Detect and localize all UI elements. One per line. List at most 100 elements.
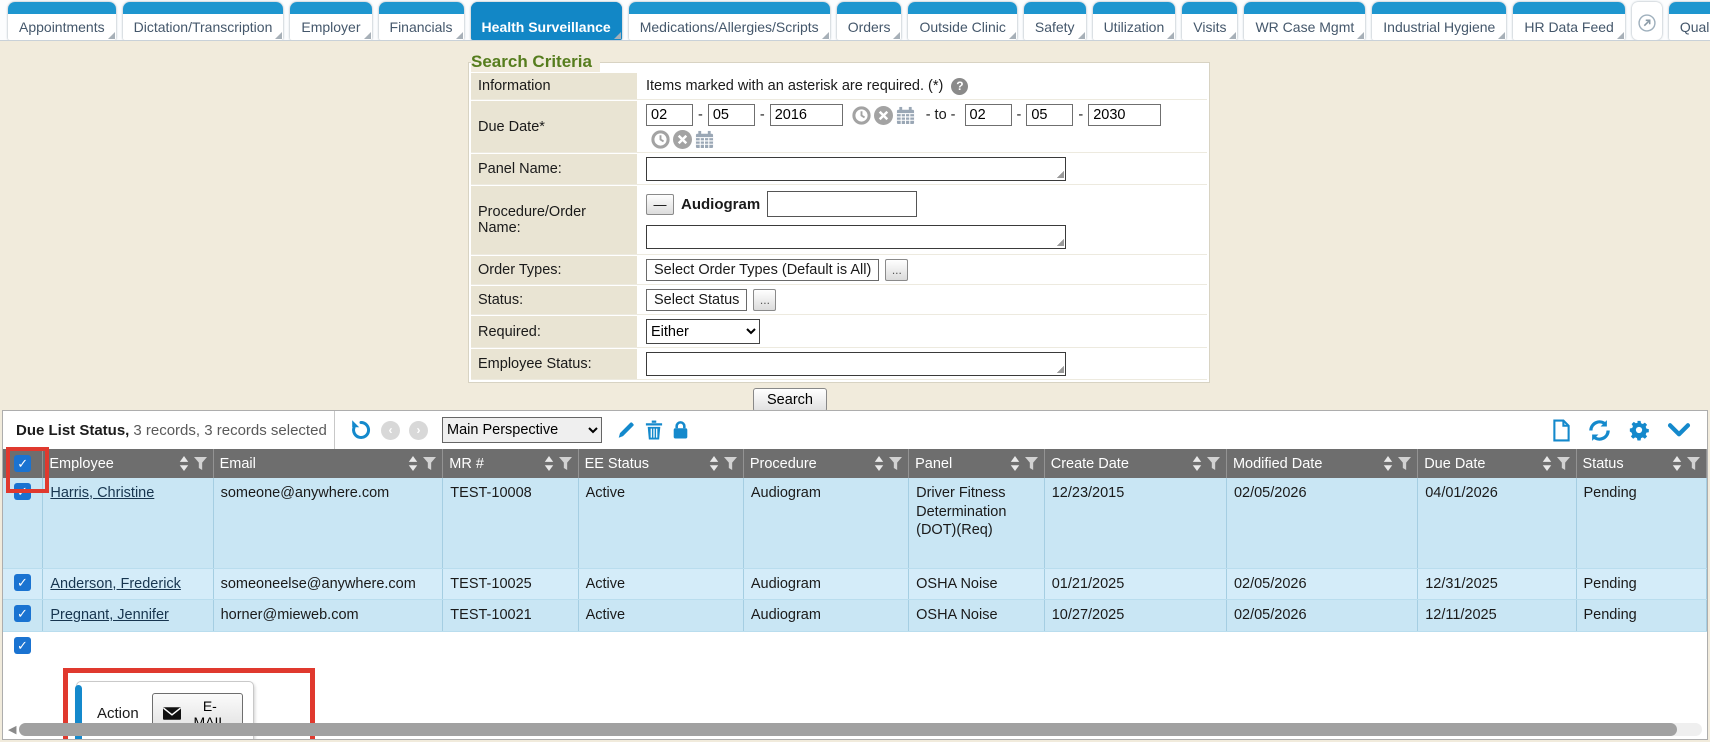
order-types-value[interactable]: Select Order Types (Default is All) xyxy=(646,259,879,281)
column-header-employee[interactable]: Employee xyxy=(43,449,213,478)
filter-funnel-icon[interactable] xyxy=(1687,457,1700,470)
scroll-left-icon[interactable]: ◀ xyxy=(8,723,16,736)
due-to-year-input[interactable] xyxy=(1088,104,1161,126)
footer-select-checkbox[interactable]: ✓ xyxy=(14,637,31,654)
filter-funnel-icon[interactable] xyxy=(1025,457,1038,470)
panel-name-input[interactable] xyxy=(646,157,1066,181)
lock-icon[interactable] xyxy=(672,420,689,440)
gear-icon[interactable] xyxy=(1628,419,1650,441)
popout-button[interactable] xyxy=(1632,2,1662,40)
filter-funnel-icon[interactable] xyxy=(1398,457,1411,470)
search-button[interactable]: Search xyxy=(753,388,827,412)
tab-orders[interactable]: Orders xyxy=(837,2,902,40)
clock-icon[interactable] xyxy=(852,106,871,125)
procedure-chip-input[interactable] xyxy=(767,191,917,217)
column-header-mr[interactable]: MR # xyxy=(443,449,578,478)
filter-funnel-icon[interactable] xyxy=(194,457,207,470)
filter-funnel-icon[interactable] xyxy=(724,457,737,470)
search-panel: Search Criteria Information Items marked… xyxy=(468,52,1210,412)
required-select[interactable]: Either xyxy=(646,319,760,344)
filter-funnel-icon[interactable] xyxy=(889,457,902,470)
filter-funnel-icon[interactable] xyxy=(423,457,436,470)
clear-icon[interactable] xyxy=(673,130,692,149)
tab-hr-data-feed[interactable]: HR Data Feed xyxy=(1513,2,1624,40)
cell-panel: OSHA Noise xyxy=(909,600,1045,632)
column-header-select[interactable]: ✓ xyxy=(3,449,43,478)
tab-wr-case-mgmt[interactable]: WR Case Mgmt xyxy=(1244,2,1365,40)
new-document-icon[interactable] xyxy=(1552,419,1571,442)
search-criteria-legend: Search Criteria xyxy=(471,52,600,72)
sort-icon[interactable] xyxy=(179,456,189,471)
column-header-status[interactable]: Status xyxy=(1576,449,1707,478)
status-value[interactable]: Select Status xyxy=(646,289,747,311)
due-from-day-input[interactable] xyxy=(708,104,755,126)
scrollbar-thumb[interactable] xyxy=(19,723,1676,736)
row-checkbox[interactable]: ✓ xyxy=(14,605,31,622)
undo-icon[interactable] xyxy=(350,419,372,441)
tab-employer[interactable]: Employer xyxy=(290,2,371,40)
horizontal-scrollbar[interactable]: ◀ xyxy=(8,722,1702,736)
trash-icon[interactable] xyxy=(645,420,663,440)
tab-industrial-hygiene[interactable]: Industrial Hygiene xyxy=(1372,2,1506,40)
sort-icon[interactable] xyxy=(544,456,554,471)
sort-icon[interactable] xyxy=(1383,456,1393,471)
due-from-year-input[interactable] xyxy=(770,104,843,126)
perspective-select[interactable]: Main Perspective xyxy=(442,417,602,443)
filter-funnel-icon[interactable] xyxy=(1557,457,1570,470)
calendar-icon[interactable] xyxy=(896,106,915,125)
tab-appointments[interactable]: Appointments xyxy=(8,2,116,40)
tab-safety[interactable]: Safety xyxy=(1024,2,1086,40)
status-picker-button[interactable]: ... xyxy=(753,289,776,311)
select-all-checkbox[interactable]: ✓ xyxy=(14,455,31,472)
employee-link[interactable]: Pregnant, Jennifer xyxy=(50,607,169,623)
filter-funnel-icon[interactable] xyxy=(559,457,572,470)
edit-pencil-icon[interactable] xyxy=(616,420,636,440)
sort-icon[interactable] xyxy=(1542,456,1552,471)
employee-link[interactable]: Anderson, Frederick xyxy=(50,576,181,592)
tab-dictation-transcription[interactable]: Dictation/Transcription xyxy=(123,2,284,40)
column-label: Modified Date xyxy=(1233,456,1378,472)
sort-icon[interactable] xyxy=(1010,456,1020,471)
column-header-modified_date[interactable]: Modified Date xyxy=(1226,449,1417,478)
column-header-due_date[interactable]: Due Date xyxy=(1418,449,1576,478)
clear-icon[interactable] xyxy=(874,106,893,125)
nav-back-icon[interactable]: ‹ xyxy=(381,421,400,440)
row-checkbox[interactable]: ✓ xyxy=(14,483,31,500)
tab-quality-of[interactable]: Quality of xyxy=(1669,2,1710,40)
calendar-icon[interactable] xyxy=(695,130,714,149)
sort-icon[interactable] xyxy=(408,456,418,471)
column-header-email[interactable]: Email xyxy=(213,449,443,478)
cell-procedure: Audiogram xyxy=(743,478,908,568)
tab-outside-clinic[interactable]: Outside Clinic xyxy=(908,2,1016,40)
column-header-create_date[interactable]: Create Date xyxy=(1044,449,1226,478)
tab-health-surveillance[interactable]: Health Surveillance xyxy=(471,2,622,40)
due-to-day-input[interactable] xyxy=(1026,104,1073,126)
sort-icon[interactable] xyxy=(1672,456,1682,471)
sort-icon[interactable] xyxy=(1192,456,1202,471)
clock-icon[interactable] xyxy=(651,130,670,149)
procedure-name-input[interactable] xyxy=(646,225,1066,249)
column-header-panel[interactable]: Panel xyxy=(909,449,1045,478)
due-from-month-input[interactable] xyxy=(646,104,693,126)
employee-status-input[interactable] xyxy=(646,352,1066,376)
column-header-procedure[interactable]: Procedure xyxy=(743,449,908,478)
sort-icon[interactable] xyxy=(874,456,884,471)
row-checkbox[interactable]: ✓ xyxy=(14,574,31,591)
employee-link[interactable]: Harris, Christine xyxy=(50,485,154,501)
order-types-picker-button[interactable]: ... xyxy=(885,259,908,281)
tab-medications-allergies-scripts[interactable]: Medications/Allergies/Scripts xyxy=(629,2,830,40)
remove-procedure-button[interactable]: — xyxy=(646,194,674,215)
tab-visits[interactable]: Visits xyxy=(1182,2,1237,40)
chevron-down-icon[interactable] xyxy=(1667,423,1691,438)
refresh-icon[interactable] xyxy=(1588,419,1611,442)
due-to-month-input[interactable] xyxy=(965,104,1012,126)
column-label: Employee xyxy=(49,456,173,472)
sort-icon[interactable] xyxy=(709,456,719,471)
tab-utilization[interactable]: Utilization xyxy=(1093,2,1176,40)
column-header-ee_status[interactable]: EE Status xyxy=(578,449,743,478)
scrollbar-track[interactable] xyxy=(19,723,1702,736)
nav-forward-icon[interactable]: › xyxy=(409,421,428,440)
help-icon[interactable]: ? xyxy=(951,78,968,95)
tab-financials[interactable]: Financials xyxy=(379,2,464,40)
filter-funnel-icon[interactable] xyxy=(1207,457,1220,470)
